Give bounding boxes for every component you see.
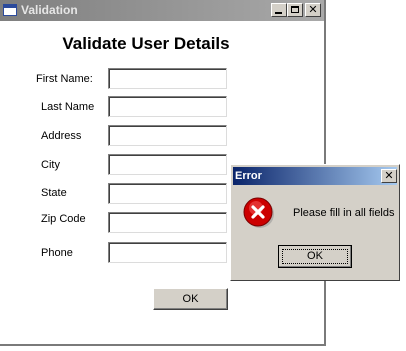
app-icon [3, 4, 17, 16]
dialog-title-bar[interactable]: Error ✕ [233, 167, 397, 185]
city-label: City [41, 159, 60, 171]
close-icon: ✕ [384, 169, 394, 182]
address-label: Address [41, 130, 82, 142]
error-message: Please fill in all fields [293, 207, 395, 219]
maximize-button[interactable] [287, 3, 303, 17]
minimize-icon [275, 12, 282, 14]
close-button[interactable]: ✕ [305, 3, 321, 17]
state-label: State [41, 187, 67, 199]
state-input[interactable] [108, 183, 227, 204]
title-bar[interactable]: Validation ✕ [0, 0, 324, 21]
dialog-title: Error [235, 170, 262, 182]
form-heading: Validate User Details [62, 34, 230, 53]
zip-code-input[interactable] [108, 212, 227, 233]
first-name-label: First Name: [36, 73, 93, 85]
ok-button[interactable]: OK [153, 288, 228, 310]
phone-label: Phone [41, 247, 73, 259]
dialog-close-button[interactable]: ✕ [381, 169, 397, 183]
window-title: Validation [21, 3, 78, 17]
city-input[interactable] [108, 154, 227, 175]
maximize-icon [291, 6, 299, 13]
dialog-ok-button[interactable]: OK [278, 245, 352, 268]
phone-input[interactable] [108, 242, 227, 263]
desktop: Validation ✕ Validate User Details First… [0, 0, 406, 351]
zip-code-label: Zip Code [41, 213, 86, 225]
close-icon: ✕ [308, 3, 318, 16]
first-name-input[interactable] [108, 68, 227, 89]
address-input[interactable] [108, 125, 227, 146]
error-dialog: Error ✕ Please fill in all fields OK [230, 164, 400, 281]
error-icon [243, 197, 274, 228]
last-name-input[interactable] [108, 96, 227, 117]
minimize-button[interactable] [271, 3, 287, 17]
last-name-label: Last Name [41, 101, 95, 113]
